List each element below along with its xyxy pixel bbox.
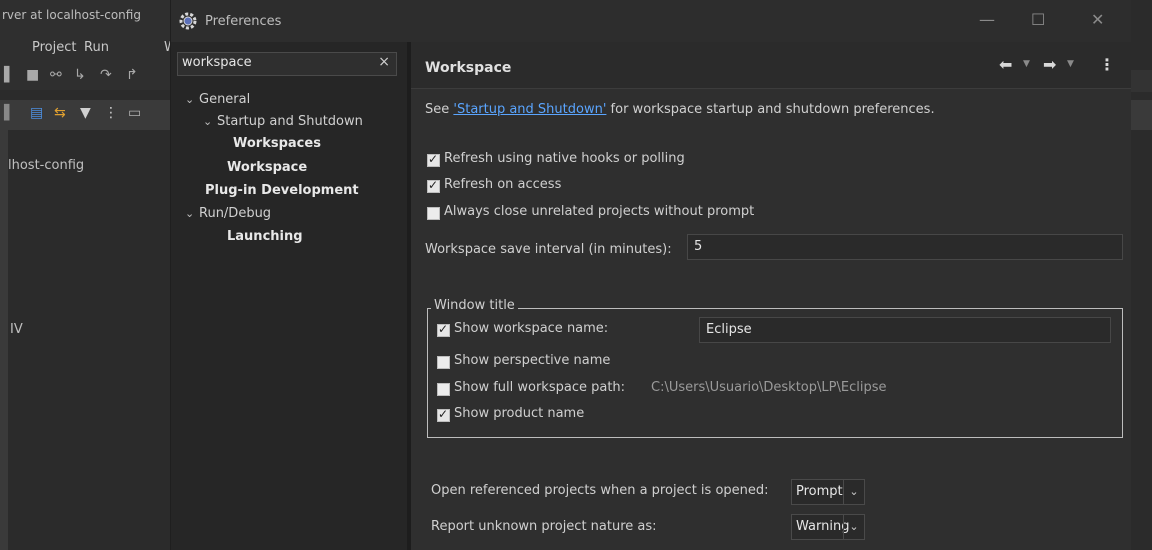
panel-text: IV xyxy=(10,322,23,337)
toolbar-separator-icon: ▌ xyxy=(4,105,15,121)
refresh-on-access-checkbox[interactable] xyxy=(427,178,440,193)
workspace-path-value: C:\Users\Usuario\Desktop\LP\Eclipse xyxy=(651,380,887,395)
servers-view xyxy=(8,130,166,550)
tree-item-workspaces[interactable]: Workspaces xyxy=(233,136,321,151)
ide-title-bar: rver at localhost-config xyxy=(0,0,170,40)
intro-text: See 'Startup and Shutdown' for workspace… xyxy=(425,102,935,117)
open-perspective-icon[interactable] xyxy=(1130,70,1152,92)
show-full-path-label: Show full workspace path: xyxy=(454,380,626,395)
close-unrelated-label: Always close unrelated projects without … xyxy=(444,204,755,219)
tree-item-plug-in-development[interactable]: Plug-in Development xyxy=(205,183,359,198)
preferences-tree-panel: workspace × ⌄ General ⌄ Startup and Shutdo… xyxy=(171,42,407,550)
show-workspace-name-checkbox[interactable] xyxy=(437,322,450,337)
dialog-title-bar: Preferences — ☐ ✕ xyxy=(171,0,1131,42)
tree-item-workspace[interactable]: Workspace xyxy=(227,160,307,175)
chevron-down-icon[interactable]: ⌄ xyxy=(185,93,199,106)
menu-run[interactable]: Run xyxy=(84,40,109,55)
back-arrow-icon[interactable]: ⬅ xyxy=(999,55,1012,74)
filter-input[interactable]: workspace × xyxy=(177,52,397,76)
show-full-path-checkbox[interactable] xyxy=(437,383,450,396)
unknown-nature-select[interactable]: Warning ⌄ xyxy=(791,514,865,540)
filter-icon[interactable]: ▼ xyxy=(80,105,91,121)
workspace-name-input[interactable]: Eclipse xyxy=(699,317,1111,343)
back-dropdown-icon[interactable]: ▼ xyxy=(1023,59,1030,69)
menu-project[interactable]: Project xyxy=(32,40,76,55)
show-perspective-name-checkbox[interactable] xyxy=(437,356,450,369)
show-perspective-name-label: Show perspective name xyxy=(454,353,611,368)
stop-icon[interactable]: ■ xyxy=(26,67,39,83)
tree-item-run-debug[interactable]: ⌄ Run/Debug xyxy=(185,206,271,221)
view-menu-icon[interactable]: ⋮ xyxy=(1099,55,1115,74)
clear-filter-icon[interactable]: × xyxy=(378,54,390,70)
ide-window-title: rver at localhost-config xyxy=(2,8,141,22)
save-interval-label: Workspace save interval (in minutes): xyxy=(425,242,672,257)
window-title-group-label: Window title xyxy=(431,298,518,313)
forward-arrow-icon[interactable]: ➡ xyxy=(1043,55,1056,74)
step-return-icon[interactable]: ↱ xyxy=(126,67,138,83)
ide-view-toolbar: ▌ ▤ ⇆ ▼ ⋮ ▭ xyxy=(0,100,170,130)
open-referenced-select[interactable]: Prompt ⌄ xyxy=(791,479,865,505)
close-unrelated-checkbox[interactable] xyxy=(427,207,440,220)
show-product-name-checkbox[interactable] xyxy=(437,407,450,422)
tree-item-launching[interactable]: Launching xyxy=(227,229,303,244)
toolbar-separator-icon: ▌ xyxy=(4,67,15,83)
open-referenced-label: Open referenced projects when a project … xyxy=(431,483,769,498)
chevron-down-icon[interactable]: ⌄ xyxy=(843,515,864,539)
link-with-editor-icon[interactable]: ⇆ xyxy=(54,105,66,121)
page-title: Workspace xyxy=(425,60,512,76)
collapse-all-icon[interactable]: ▤ xyxy=(30,105,43,121)
workspace-page: Workspace ⬅ ▼ ➡ ▼ ⋮ See 'Startup and Shu… xyxy=(411,42,1131,550)
minimize-view-icon[interactable]: ▭ xyxy=(128,105,141,121)
chevron-down-icon[interactable]: ⌄ xyxy=(843,480,864,504)
step-over-icon[interactable]: ↷ xyxy=(100,67,112,83)
ide-menu-bar: Project Run W xyxy=(0,40,177,64)
view-menu-icon[interactable]: ⋮ xyxy=(104,105,118,121)
page-header: Workspace ⬅ ▼ ➡ ▼ ⋮ xyxy=(411,42,1131,89)
refresh-on-access-label: Refresh on access xyxy=(444,177,562,192)
refresh-native-label: Refresh using native hooks or polling xyxy=(444,151,685,166)
show-product-name-label: Show product name xyxy=(454,406,585,421)
ide-toolbar: ▌ ■ ⚯ ↳ ↷ ↱ xyxy=(0,64,170,90)
tree-item-startup-and-shutdown[interactable]: ⌄ Startup and Shutdown xyxy=(203,114,363,129)
disconnect-icon[interactable]: ⚯ xyxy=(50,67,62,83)
chevron-down-icon[interactable]: ⌄ xyxy=(203,115,217,128)
dialog-title: Preferences xyxy=(205,14,282,29)
show-workspace-name-label: Show workspace name: xyxy=(454,321,609,336)
startup-shutdown-link[interactable]: 'Startup and Shutdown' xyxy=(453,102,606,117)
tree-item-general[interactable]: ⌄ General xyxy=(185,92,250,107)
close-button[interactable]: ✕ xyxy=(1091,10,1104,29)
preferences-gear-icon xyxy=(179,12,197,30)
minimize-button[interactable]: — xyxy=(979,10,995,29)
filter-value: workspace xyxy=(182,55,252,70)
forward-dropdown-icon[interactable]: ▼ xyxy=(1067,59,1074,69)
save-interval-input[interactable]: 5 xyxy=(687,234,1123,260)
refresh-native-checkbox[interactable] xyxy=(427,152,440,167)
maximize-button[interactable]: ☐ xyxy=(1031,10,1045,29)
server-item[interactable]: lhost-config xyxy=(8,158,84,173)
chevron-down-icon[interactable]: ⌄ xyxy=(185,207,199,220)
unknown-nature-label: Report unknown project nature as: xyxy=(431,519,657,534)
step-into-icon[interactable]: ↳ xyxy=(74,67,86,83)
preferences-dialog: Preferences — ☐ ✕ workspace × ⌄ General ⌄… xyxy=(170,0,1131,550)
